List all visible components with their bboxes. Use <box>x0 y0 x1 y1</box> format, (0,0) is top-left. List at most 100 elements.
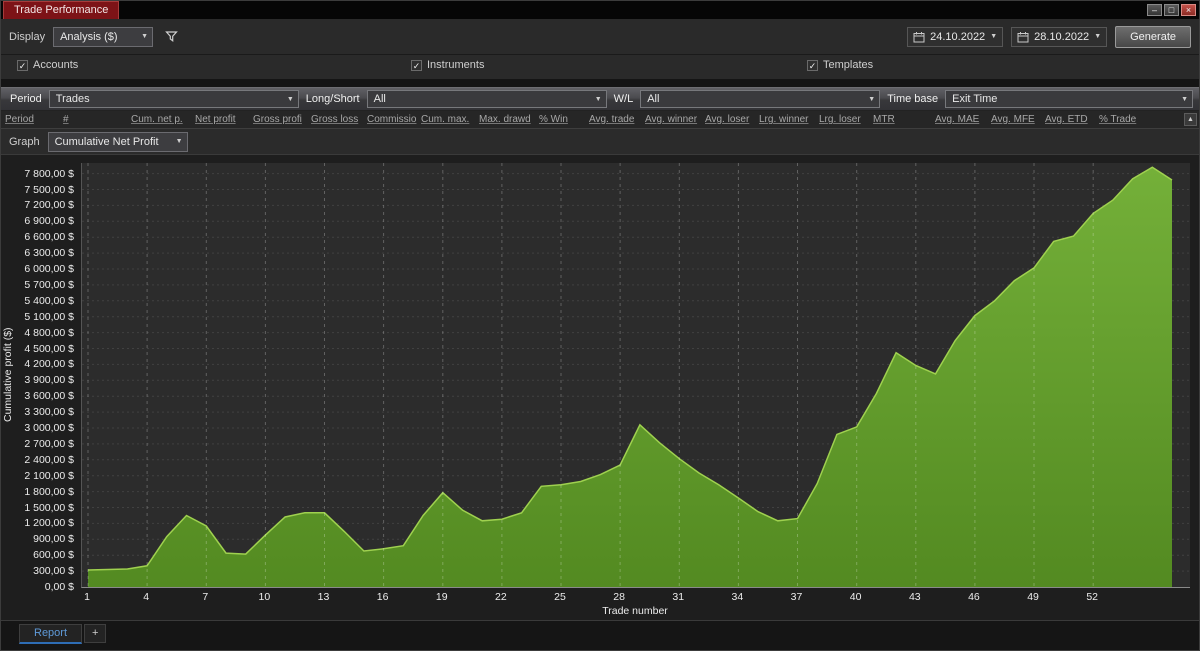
chevron-down-icon: ▼ <box>594 95 602 103</box>
results-table-header: Period # Cum. net p. Net profit Gross profi G… <box>1 111 1199 129</box>
instruments-checkbox-label: Instruments <box>427 59 485 71</box>
accounts-checkbox[interactable]: ✓ Accounts <box>17 59 78 71</box>
table-header-cells: Period # Cum. net p. Net profit Gross profi G… <box>3 113 1145 126</box>
date-from-picker[interactable]: 24.10.2022 ▼ <box>907 26 1004 47</box>
wl-select-value: All <box>647 93 660 105</box>
chevron-down-icon: ▼ <box>990 33 998 40</box>
checkbox-check-icon: ✓ <box>807 59 818 71</box>
y-axis-tick-label: 2 700,00 $ <box>24 437 74 450</box>
longshort-select[interactable]: All ▼ <box>366 90 607 108</box>
table-column-header[interactable]: Max. drawd <box>477 113 537 126</box>
minimize-button[interactable]: – <box>1147 4 1162 16</box>
table-column-header[interactable]: Avg. ETD <box>1043 113 1097 126</box>
date-to-picker[interactable]: 28.10.2022 ▼ <box>1011 26 1108 47</box>
table-column-header[interactable]: Lrg. winner <box>757 113 817 126</box>
calendar-icon <box>913 31 925 42</box>
x-axis-tick-label: 16 <box>376 591 389 603</box>
checkbox-check-icon: ✓ <box>411 59 422 71</box>
tab-report[interactable]: Report <box>19 624 83 644</box>
x-axis-tick-label: 52 <box>1086 591 1098 603</box>
calendar-icon <box>1017 31 1029 42</box>
table-column-header[interactable]: Avg. winner <box>643 113 703 126</box>
x-axis-tick-label: 19 <box>435 591 448 603</box>
y-axis-tick-label: 4 200,00 $ <box>24 358 74 371</box>
period-select[interactable]: Trades ▼ <box>48 90 299 108</box>
window-title-tab[interactable]: Trade Performance <box>3 1 120 19</box>
table-column-header[interactable]: Cum. max. <box>419 113 477 126</box>
table-column-header[interactable]: MTR <box>871 113 933 126</box>
table-column-header[interactable]: % Win <box>537 113 587 126</box>
y-axis-tick-label: 2 100,00 $ <box>24 469 74 482</box>
x-axis-tick-label: 43 <box>908 591 921 603</box>
table-column-header[interactable]: Avg. trade <box>587 113 643 126</box>
y-axis-tick-label: 0,00 $ <box>44 581 74 593</box>
maximize-button[interactable]: □ <box>1164 4 1179 16</box>
date-from-value: 24.10.2022 <box>930 30 986 43</box>
table-column-header[interactable]: Avg. MFE <box>989 113 1043 126</box>
trade-performance-window: Trade Performance – □ × Display Analysis… <box>0 0 1200 651</box>
chart-svg <box>82 163 1190 587</box>
timebase-label: Time base <box>887 93 939 105</box>
toolbar-right: 24.10.2022 ▼ 28.10.2022 ▼ Generate <box>907 25 1191 48</box>
chevron-down-icon: ▼ <box>1181 95 1188 103</box>
y-axis-tick-label: 600,00 $ <box>33 549 74 562</box>
y-axis-tick-label: 2 400,00 $ <box>24 453 74 466</box>
table-column-header[interactable]: Period <box>3 113 61 126</box>
period-label: Period <box>10 93 42 105</box>
chevron-down-icon: ▼ <box>286 95 294 103</box>
x-axis-tick-label: 46 <box>968 591 980 603</box>
instruments-checkbox[interactable]: ✓ Instruments <box>411 59 484 71</box>
bottom-tab-bar: Report + <box>1 620 1199 650</box>
y-axis-tick-label: 7 800,00 $ <box>24 167 74 180</box>
graph-type-select[interactable]: Cumulative Net Profit ▼ <box>47 131 188 152</box>
y-axis-tick-label: 1 200,00 $ <box>24 517 74 530</box>
table-column-header[interactable]: # <box>61 113 129 126</box>
table-column-header[interactable]: Cum. net p. <box>129 113 193 126</box>
table-column-header[interactable]: Lrg. loser <box>817 113 871 126</box>
chart-region: Cumulative profit ($) 0,00 $300,00 $600,… <box>1 155 1199 620</box>
filter-bar: Period Trades ▼ Long/Short All ▼ W/L All… <box>1 87 1199 111</box>
table-column-header[interactable]: Avg. loser <box>703 113 757 126</box>
x-axis-tick-label: 22 <box>495 591 507 603</box>
period-select-value: Trades <box>55 93 90 105</box>
x-axis-tick-label: 37 <box>790 591 803 603</box>
y-axis-tick-label: 3 300,00 $ <box>24 406 74 419</box>
longshort-select-value: All <box>373 93 386 105</box>
scroll-up-button[interactable]: ▲ <box>1184 113 1197 126</box>
table-column-header[interactable]: Gross loss <box>309 113 365 126</box>
graph-type-select-value: Cumulative Net Profit <box>54 135 159 148</box>
wl-select[interactable]: All ▼ <box>640 90 881 108</box>
window-controls: – □ × <box>1147 1 1199 19</box>
graph-label: Graph <box>9 135 40 148</box>
y-axis-tick-label: 4 800,00 $ <box>24 326 74 339</box>
generate-button[interactable]: Generate <box>1115 25 1191 48</box>
add-tab-button[interactable]: + <box>84 624 107 643</box>
y-axis-tick-label: 5 400,00 $ <box>24 294 74 307</box>
x-axis-tick-label: 40 <box>849 591 862 603</box>
y-axis-labels: 0,00 $ 300,00 $ 600,00 $ 900,00 $ 1 200,00 $… <box>1 163 77 593</box>
table-column-header[interactable]: Gross profi <box>251 113 309 126</box>
checkbox-row: ✓ Accounts ✓ Instruments ✓ Templates <box>1 55 1199 79</box>
y-axis-tick-label: 5 100,00 $ <box>24 310 74 323</box>
table-column-header[interactable]: Commissio <box>365 113 419 126</box>
display-select[interactable]: Analysis ($) ▼ <box>53 26 154 47</box>
table-column-header[interactable]: Net profit <box>193 113 251 126</box>
title-bar: Trade Performance – □ × <box>1 1 1199 19</box>
x-axis-tick-label: 28 <box>613 591 625 603</box>
table-column-header[interactable]: % Trade <box>1097 113 1145 126</box>
longshort-label: Long/Short <box>305 93 360 105</box>
chevron-down-icon: ▼ <box>868 95 876 103</box>
templates-checkbox[interactable]: ✓ Templates <box>807 59 873 71</box>
table-column-header[interactable]: Avg. MAE <box>933 113 989 126</box>
x-axis-tick-label: 1 <box>84 591 90 603</box>
y-axis-tick-label: 4 500,00 $ <box>24 342 74 355</box>
close-button[interactable]: × <box>1181 4 1196 16</box>
date-to-value: 28.10.2022 <box>1034 30 1090 43</box>
x-axis-tick-label: 10 <box>258 591 271 603</box>
spacer <box>1 79 1199 87</box>
toolbar-left: Display Analysis ($) ▼ <box>9 26 178 47</box>
y-axis-tick-label: 1 500,00 $ <box>24 501 74 514</box>
filter-icon[interactable] <box>165 30 178 43</box>
timebase-select[interactable]: Exit Time ▼ <box>945 90 1193 108</box>
y-axis-tick-label: 7 500,00 $ <box>24 183 74 196</box>
